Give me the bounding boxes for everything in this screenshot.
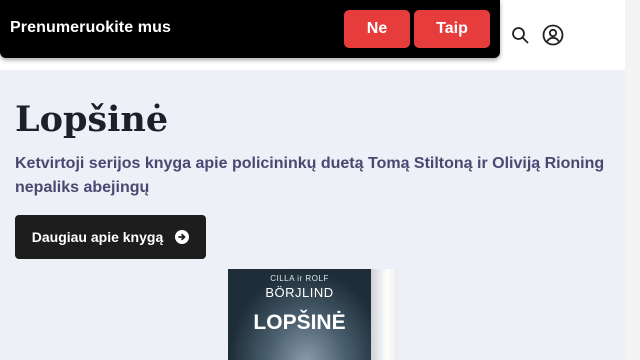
more-about-book-button[interactable]: Daugiau apie knygą — [15, 215, 206, 259]
book-cover-image[interactable]: CILLA ir ROLF BÖRJLIND LOPŠINĖ — [228, 269, 398, 360]
search-icon[interactable] — [509, 24, 531, 46]
book-front-cover: CILLA ir ROLF BÖRJLIND LOPŠINĖ — [228, 269, 371, 360]
arrow-circle-right-icon — [175, 230, 190, 244]
page-scrollbar[interactable] — [625, 0, 640, 360]
book-author-top: CILLA ir ROLF — [270, 274, 329, 283]
more-about-book-label: Daugiau apie knygą — [31, 229, 164, 245]
subscribe-banner: Prenumeruokite mus Ne Taip — [0, 0, 500, 58]
user-icon[interactable] — [542, 24, 564, 46]
accept-button[interactable]: Taip — [414, 10, 490, 48]
decline-button[interactable]: Ne — [344, 10, 410, 48]
book-pages-edge — [371, 269, 398, 360]
subscribe-banner-text: Prenumeruokite mus — [10, 19, 171, 36]
page-subtitle: Ketvirtoji serijos knyga apie policinink… — [15, 155, 605, 196]
book-author: BÖRJLIND — [265, 285, 334, 300]
book-cover-title: LOPŠINĖ — [253, 311, 346, 334]
page-title: Lopšinė — [15, 99, 169, 140]
